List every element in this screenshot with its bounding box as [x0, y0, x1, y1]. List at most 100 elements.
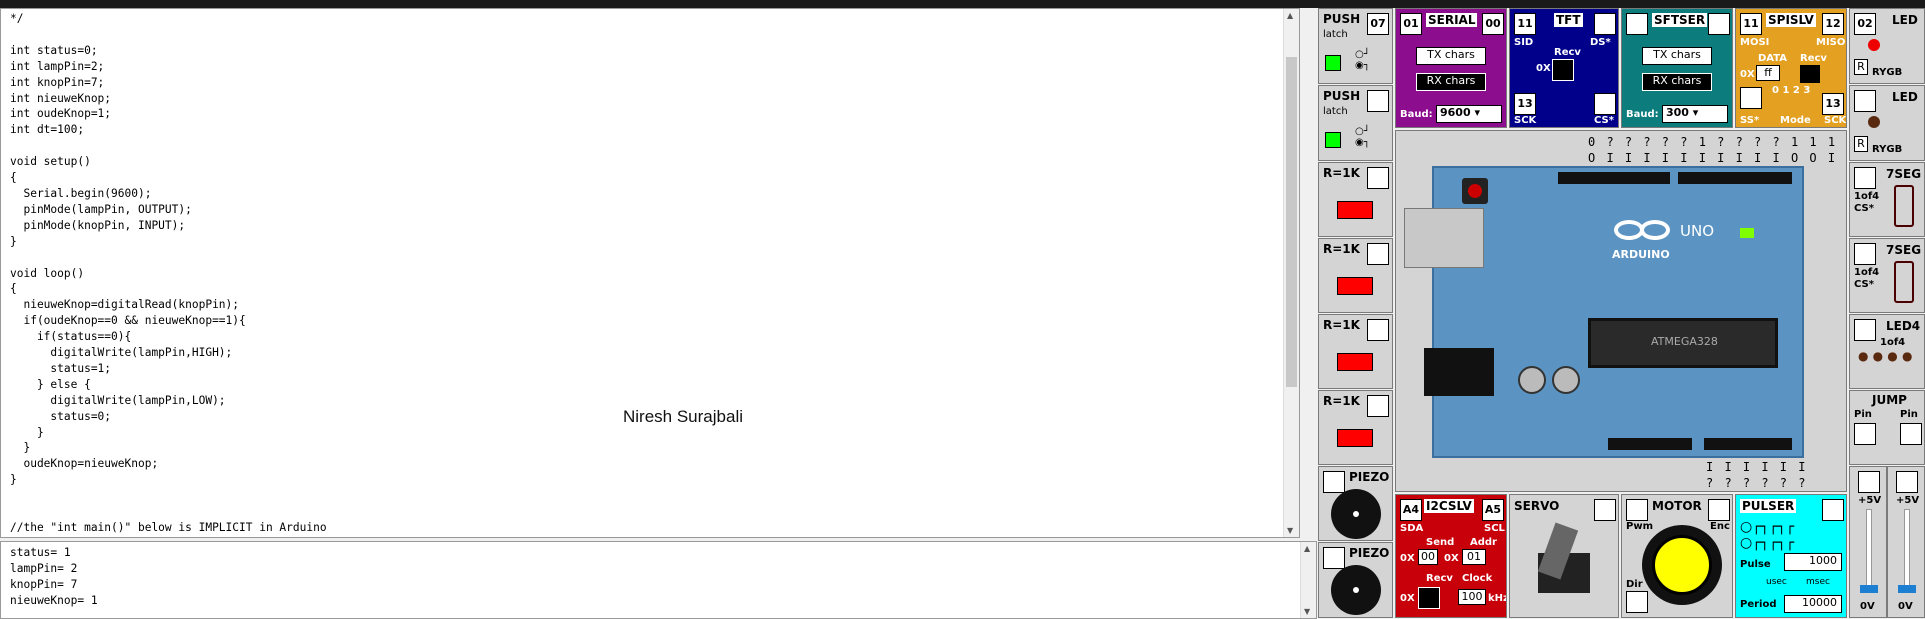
pin-box[interactable] — [1367, 395, 1389, 417]
i2cslv-module[interactable]: A4 I2CSLV A5 SDA SCL Send Addr 0X 00 0X … — [1395, 494, 1507, 618]
pin-box[interactable] — [1367, 167, 1389, 189]
jump-module[interactable]: JUMP Pin Pin — [1849, 390, 1925, 465]
seg7-module-1[interactable]: 7SEG 1of4 CS* — [1849, 162, 1925, 237]
send-input[interactable]: 00 — [1418, 549, 1438, 565]
pin-box[interactable]: 11 — [1740, 13, 1762, 35]
pin-box[interactable] — [1594, 93, 1616, 115]
pin-box[interactable]: 00 — [1482, 13, 1504, 35]
period-input[interactable]: 10000 — [1784, 595, 1842, 613]
clock-input[interactable]: 100 — [1458, 589, 1486, 605]
sftser-module[interactable]: SFTSER TX chars RX chars Baud: 300 ▾ — [1621, 8, 1733, 128]
data-input[interactable]: ff — [1756, 65, 1780, 81]
pin-box[interactable] — [1594, 13, 1616, 35]
piezo-2[interactable]: PIEZO — [1318, 542, 1393, 618]
push-button-2[interactable]: PUSH latch ○┘ ◉┐ — [1318, 85, 1393, 161]
pulse-wave-icon[interactable]: ○┌┐┌┐┌ — [1740, 535, 1794, 551]
pin-box[interactable]: 12 — [1822, 13, 1844, 35]
piezo-1[interactable]: PIEZO — [1318, 466, 1393, 541]
led4-module[interactable]: LED4 1of4 ● ● ● ● — [1849, 314, 1925, 389]
scroll-up-icon[interactable]: ▲ — [1304, 544, 1310, 553]
r-label[interactable]: R — [1854, 59, 1868, 75]
pin-box[interactable] — [1854, 243, 1876, 265]
pin-box[interactable] — [1854, 423, 1876, 445]
pin-box[interactable] — [1708, 13, 1730, 35]
serial-module[interactable]: 01 SERIAL 00 TX chars RX chars Baud: 960… — [1395, 8, 1507, 128]
pin-box[interactable] — [1900, 423, 1922, 445]
code-text[interactable]: */ int status=0; int lampPin=2; int knop… — [1, 9, 1299, 536]
scroll-up-icon[interactable]: ▲ — [1287, 11, 1293, 20]
pin-box[interactable]: 01 — [1400, 13, 1422, 35]
servo-module[interactable]: SERVO — [1509, 494, 1619, 618]
pin-box[interactable] — [1858, 471, 1880, 493]
pin-box[interactable]: 13 — [1514, 93, 1536, 115]
rx-chars-button[interactable]: RX chars — [1642, 73, 1712, 91]
tft-module[interactable]: 11 TFT SID DS* Recv 0X 13 SCK CS* — [1509, 8, 1619, 128]
baud-select[interactable]: 9600 ▾ — [1436, 105, 1502, 123]
push-led[interactable] — [1325, 55, 1341, 71]
led-module-1[interactable]: 02 LED R RYGB — [1849, 8, 1925, 84]
baud-select[interactable]: 300 ▾ — [1662, 105, 1728, 123]
motor-module[interactable]: MOTOR Pwm Enc Dir — [1621, 494, 1733, 618]
pin-box[interactable]: 11 — [1514, 13, 1536, 35]
slider-handle[interactable] — [1860, 585, 1878, 593]
pin-box[interactable] — [1626, 499, 1648, 521]
scroll-thumb[interactable] — [1286, 57, 1297, 387]
resistor-2[interactable]: R=1K — [1318, 238, 1393, 313]
rx-chars-button[interactable]: RX chars — [1416, 73, 1486, 91]
seg7-module-2[interactable]: 7SEG 1of4 CS* — [1849, 238, 1925, 313]
pin-box[interactable]: 13 — [1822, 93, 1844, 115]
pin-box[interactable] — [1854, 90, 1876, 112]
slider-track[interactable] — [1866, 509, 1872, 593]
editor-scrollbar[interactable]: ▲ ▼ — [1283, 9, 1299, 537]
voltage-slider-1[interactable]: +5V 0V — [1849, 466, 1887, 618]
msec-label[interactable]: msec — [1806, 577, 1830, 587]
serial-monitor[interactable]: status= 1 lampPin= 2 knopPin= 7 nieuweKn… — [0, 541, 1317, 619]
pin-box[interactable] — [1822, 499, 1844, 521]
pin-box[interactable] — [1323, 471, 1345, 493]
tx-chars-button[interactable]: TX chars — [1416, 47, 1486, 65]
scroll-down-icon[interactable]: ▼ — [1304, 607, 1310, 616]
push-button-1[interactable]: PUSH latch 07 ○┘ ◉┐ — [1318, 8, 1393, 84]
scroll-down-icon[interactable]: ▼ — [1287, 526, 1293, 535]
pin-box[interactable] — [1740, 87, 1762, 109]
board-name: UNO — [1680, 222, 1715, 240]
pin-box[interactable] — [1896, 471, 1918, 493]
pin-box[interactable] — [1708, 499, 1730, 521]
pin-box[interactable] — [1323, 547, 1345, 569]
pin-box[interactable] — [1594, 499, 1616, 521]
pulse-wave-icon[interactable]: ○┌┐┌┐┌ — [1740, 519, 1794, 535]
slider-handle[interactable] — [1898, 585, 1916, 593]
pin-box[interactable] — [1854, 167, 1876, 189]
r-label[interactable]: R — [1854, 136, 1868, 152]
pin-box[interactable] — [1367, 90, 1389, 112]
voltage-slider-2[interactable]: +5V 0V — [1887, 466, 1925, 618]
push-led[interactable] — [1325, 132, 1341, 148]
pin-box[interactable] — [1854, 319, 1876, 341]
usec-label[interactable]: usec — [1766, 577, 1787, 587]
pin-box[interactable] — [1626, 591, 1648, 613]
code-editor[interactable]: */ int status=0; int lampPin=2; int knop… — [0, 8, 1300, 538]
slider-track[interactable] — [1904, 509, 1910, 593]
pin-box[interactable]: A5 — [1482, 499, 1504, 521]
pin-box[interactable]: A4 — [1400, 499, 1422, 521]
addr-input[interactable]: 01 — [1462, 549, 1486, 565]
pin-box[interactable] — [1626, 13, 1648, 35]
pulse-input[interactable]: 1000 — [1784, 553, 1842, 571]
reset-button[interactable] — [1462, 178, 1488, 204]
resistor-3[interactable]: R=1K — [1318, 314, 1393, 389]
radio-icon[interactable]: ○┘ ◉┐ — [1355, 49, 1370, 71]
radio-icon[interactable]: ○┘ ◉┐ — [1355, 126, 1370, 148]
resistor-1[interactable]: R=1K — [1318, 162, 1393, 237]
console-scrollbar[interactable]: ▲ ▼ — [1300, 542, 1316, 618]
analog-pin-mode-row[interactable]: I I I I I I — [1706, 460, 1807, 474]
pin-box[interactable] — [1367, 243, 1389, 265]
pulser-module[interactable]: PULSER ○┌┐┌┐┌ ○┌┐┌┐┌ Pulse 1000 usec mse… — [1735, 494, 1847, 618]
pin-box[interactable]: 07 — [1367, 13, 1389, 35]
pin-mode-row[interactable]: O I I I I I I I I I I O O I — [1588, 151, 1837, 165]
spislv-module[interactable]: 11 SPISLV 12 MOSI MISO DATA Recv 0X ff 0… — [1735, 8, 1847, 128]
led-module-2[interactable]: LED R RYGB — [1849, 85, 1925, 161]
pin-box[interactable]: 02 — [1854, 13, 1876, 35]
pin-box[interactable] — [1367, 319, 1389, 341]
tx-chars-button[interactable]: TX chars — [1642, 47, 1712, 65]
resistor-4[interactable]: R=1K — [1318, 390, 1393, 465]
